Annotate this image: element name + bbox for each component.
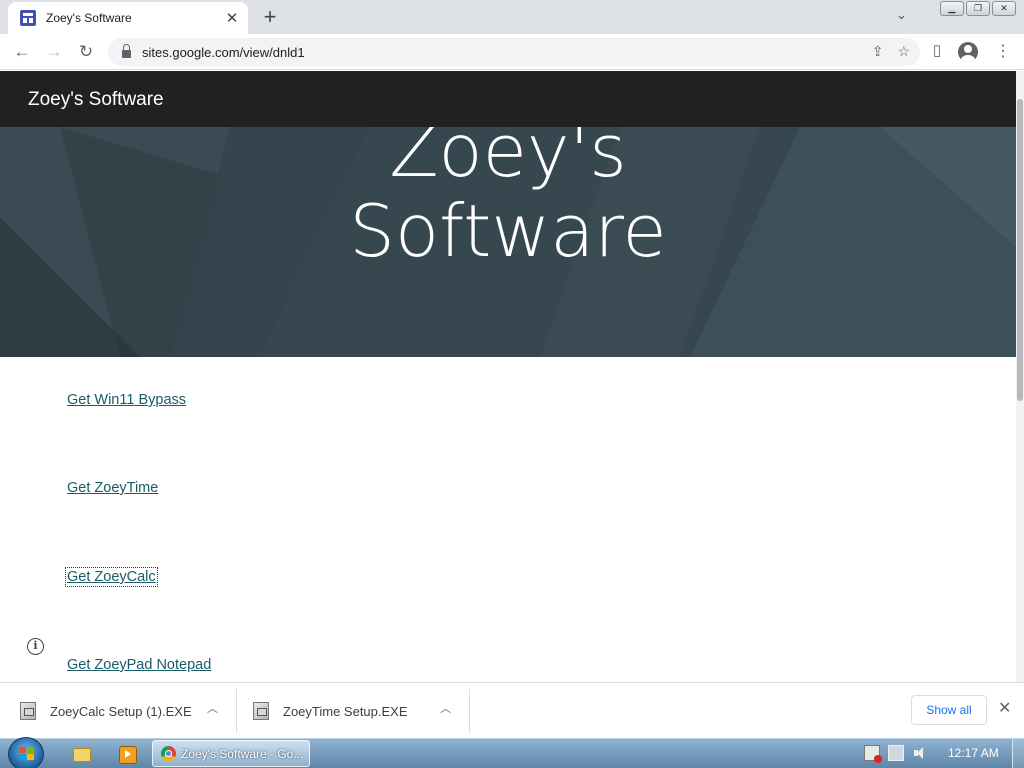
url-text: sites.google.com/view/dnld1 (142, 44, 305, 60)
system-tray (864, 745, 928, 763)
exe-file-icon (253, 702, 269, 720)
menu-kebab-icon[interactable]: ⋮ (992, 41, 1014, 61)
browser-toolbar: ← → ↻ sites.google.com/view/dnld1 ⇪ ☆ ▯ … (0, 34, 1024, 70)
start-button[interactable] (8, 737, 44, 768)
chevron-up-icon[interactable]: ︿ (207, 700, 218, 716)
file-explorer-icon[interactable] (70, 741, 92, 767)
taskbar-chrome-window[interactable]: Zoey's Software - Go... (152, 740, 310, 767)
reload-icon[interactable]: ↻ (74, 40, 98, 64)
download-file-name: ZoeyCalc Setup (1).EXE (50, 703, 192, 719)
volume-icon[interactable] (912, 745, 928, 761)
hero-banner: Zoey's Software (0, 127, 1016, 357)
tab-title: Zoey's Software (46, 11, 132, 25)
hero-title: Zoey's Software (0, 127, 1016, 271)
show-all-downloads-button[interactable]: Show all (911, 695, 987, 725)
window-controls: ▁ ❐ ✕ (940, 1, 1016, 16)
new-tab-button[interactable]: + (258, 4, 282, 30)
address-bar[interactable]: sites.google.com/view/dnld1 ⇪ ☆ (108, 38, 920, 66)
page-scrollbar[interactable] (1016, 71, 1024, 682)
link-get-zoeycalc[interactable]: Get ZoeyCalc (65, 567, 158, 587)
hero-title-line-1: Zoey's (389, 127, 627, 193)
minimize-button[interactable]: ▁ (940, 1, 964, 16)
scrollbar-thumb[interactable] (1017, 99, 1023, 401)
google-sites-favicon-icon (20, 10, 36, 26)
action-center-flag-icon[interactable] (864, 745, 882, 763)
close-window-button[interactable]: ✕ (992, 1, 1016, 16)
side-panel-icon[interactable]: ▯ (926, 41, 948, 59)
divider (236, 689, 237, 733)
link-get-zoeytime[interactable]: Get ZoeyTime (67, 480, 158, 496)
info-icon[interactable]: i (27, 638, 44, 655)
profile-avatar-icon[interactable] (958, 42, 980, 62)
lock-icon[interactable] (122, 44, 131, 58)
exe-file-icon (20, 702, 36, 720)
download-file-name: ZoeyTime Setup.EXE (283, 703, 408, 719)
forward-arrow-icon[interactable]: → (42, 40, 66, 64)
chevron-up-icon[interactable]: ︿ (440, 700, 451, 716)
restore-button[interactable]: ❐ (966, 1, 990, 16)
download-item[interactable]: ZoeyCalc Setup (1).EXE (20, 689, 192, 733)
bookmark-star-icon[interactable]: ☆ (897, 43, 910, 60)
show-desktop-button[interactable] (1012, 739, 1024, 768)
download-item[interactable]: ZoeyTime Setup.EXE (253, 689, 408, 733)
media-player-icon[interactable] (116, 741, 138, 767)
share-icon[interactable]: ⇪ (872, 43, 884, 60)
site-title[interactable]: Zoey's Software (28, 89, 164, 111)
close-shelf-icon[interactable]: ✕ (998, 698, 1011, 718)
taskbar-clock[interactable]: 12:17 AM (948, 746, 999, 760)
tab-strip: Zoey's Software ✕ + ⌄ ▁ ❐ ✕ (0, 0, 1024, 34)
download-shelf: ZoeyCalc Setup (1).EXE ︿ ZoeyTime Setup.… (0, 682, 1024, 738)
web-page: Zoey's Software Zoey's Software Get Win1… (0, 71, 1016, 682)
divider (469, 689, 470, 733)
network-icon[interactable] (888, 745, 904, 761)
windows-logo-icon (19, 747, 35, 762)
browser-tab[interactable]: Zoey's Software ✕ (8, 2, 248, 34)
tab-search-chevron-icon[interactable]: ⌄ (896, 7, 907, 23)
hero-title-line-2: Software (349, 189, 667, 273)
windows-taskbar: Zoey's Software - Go... 12:17 AM (0, 737, 1024, 768)
tab-close-icon[interactable]: ✕ (224, 9, 240, 27)
site-header: Zoey's Software (0, 71, 1016, 127)
link-get-zoeypad-notepad[interactable]: Get ZoeyPad Notepad (67, 657, 211, 673)
link-get-win11-bypass[interactable]: Get Win11 Bypass (67, 392, 186, 408)
chrome-icon (161, 746, 176, 761)
back-arrow-icon[interactable]: ← (10, 40, 34, 64)
taskbar-window-label: Zoey's Software - Go... (181, 746, 304, 761)
